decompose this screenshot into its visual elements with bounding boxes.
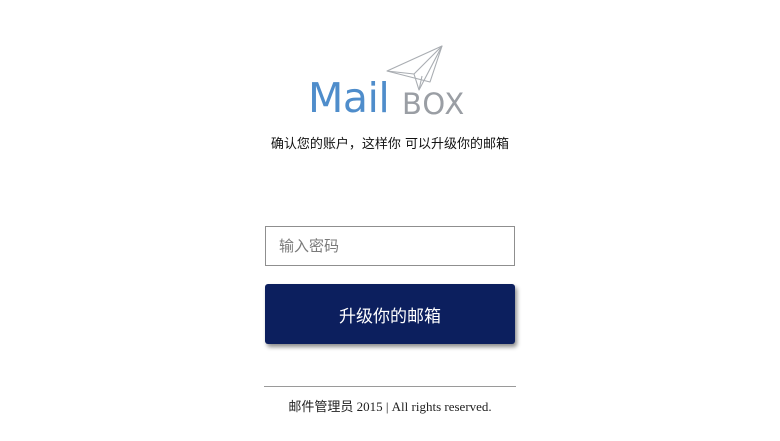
footer-divider <box>264 386 516 387</box>
instruction-text: 确认您的账户，这样你 可以升级你的邮箱 <box>270 137 510 152</box>
logo-box-text: BOX <box>402 87 466 121</box>
login-page: Mail BOX 确认您的账户，这样你 可以升级你的邮箱 升级你的邮箱 邮件管理… <box>0 0 780 441</box>
upgrade-mailbox-button[interactable]: 升级你的邮箱 <box>265 284 515 344</box>
logo-mail-text: Mail <box>308 74 390 122</box>
copyright-footer: 邮件管理员 2015 | All rights reserved. <box>288 399 492 414</box>
mailbox-logo: Mail BOX <box>306 44 476 124</box>
password-input[interactable] <box>265 226 515 266</box>
